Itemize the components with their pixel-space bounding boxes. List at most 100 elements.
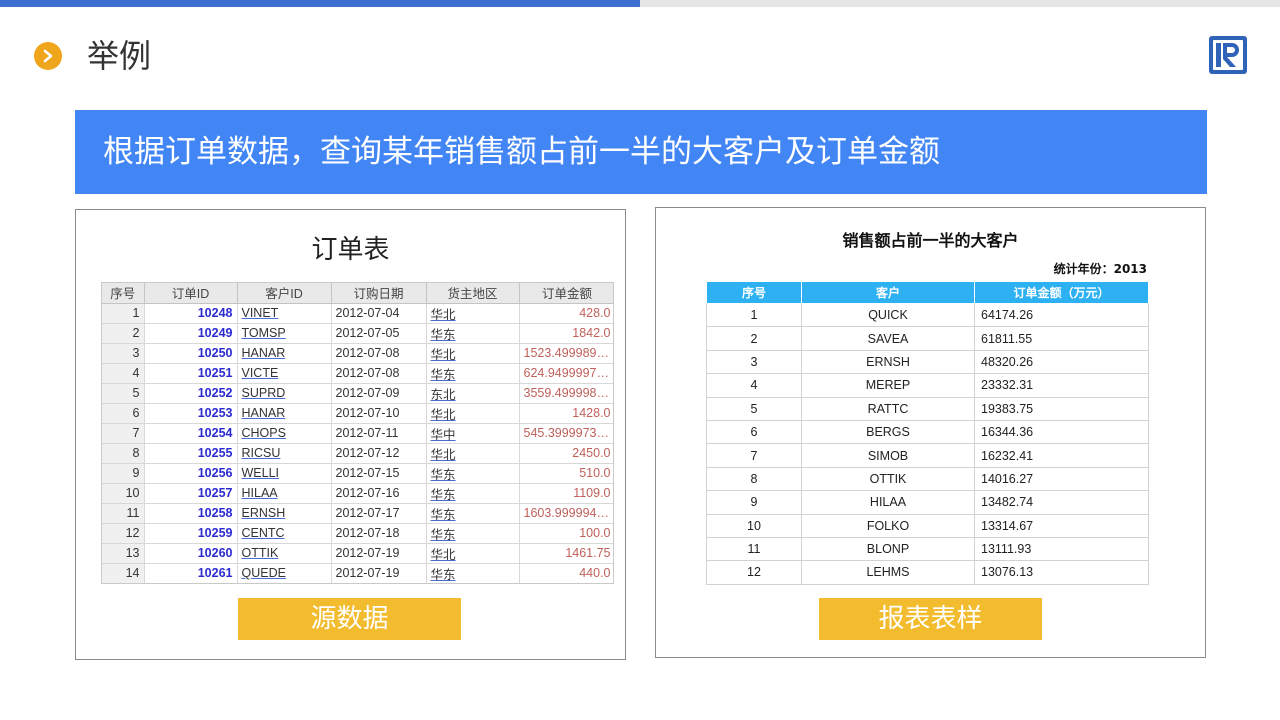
table-cell: 3 (102, 343, 145, 364)
r-logo-icon (1208, 35, 1248, 75)
table-row: 6 BERGS 16344.36 (706, 419, 1149, 445)
table-cell: 6 (706, 419, 802, 445)
table-row: 4 MEREP 23332.31 (706, 373, 1149, 398)
column-header: 客户 (801, 281, 975, 304)
table-cell: 10261 (144, 563, 238, 583)
table-row: 12 LEHMS 13076.13 (706, 560, 1149, 585)
table-row: 11 BLONP 13111.93 (706, 536, 1149, 562)
headline-text: 根据订单数据，查询某年销售额占前一半的大客户及订单金额 (103, 134, 940, 170)
table-cell: 10258 (144, 503, 238, 524)
table-cell: HANAR (237, 403, 332, 424)
source-table-container: 序号 订单ID 客户ID 订购日期 货主地区 订单金额 1 10248 VINET 2… (101, 282, 614, 584)
table-row: 13 10260 OTTIK 2012-07-19 华北 1461.75 (102, 543, 613, 564)
table-cell: HANAR (237, 343, 332, 364)
table-cell: 624.94999976... (519, 363, 613, 384)
table-cell: 48320.26 (974, 349, 1149, 375)
source-data-label: 源数据 (238, 598, 461, 640)
table-cell: 2012-07-08 (331, 343, 427, 364)
table-cell: HILAA (801, 490, 975, 515)
table-row: 3 10250 HANAR 2012-07-08 华北 1523.4999898... (102, 343, 613, 364)
table-cell: SAVEA (801, 326, 975, 351)
table-cell: 3 (706, 349, 802, 375)
table-cell: 2450.0 (519, 443, 613, 464)
table-cell: 华东 (426, 503, 520, 524)
table-cell: RICSU (237, 443, 332, 464)
table-row: 6 10253 HANAR 2012-07-10 华北 1428.0 (102, 403, 613, 424)
source-table-header: 序号 订单ID 客户ID 订购日期 货主地区 订单金额 (102, 283, 613, 304)
table-cell: 8 (102, 443, 145, 464)
table-cell: HILAA (237, 483, 332, 504)
table-cell: 2012-07-08 (331, 363, 427, 384)
table-cell: CHOPS (237, 423, 332, 444)
table-cell: 10252 (144, 383, 238, 404)
table-cell: 13076.13 (974, 560, 1149, 585)
table-cell: 545.39999735... (519, 423, 613, 444)
column-header: 订购日期 (331, 283, 427, 304)
report-table-container: 序号 客户 订单金额（万元） 1 QUICK 64174.26 2 SAVEA 61811… (706, 281, 1149, 585)
table-cell: ERNSH (237, 503, 332, 524)
table-cell: 13111.93 (974, 536, 1149, 562)
table-cell: 16232.41 (974, 443, 1149, 468)
table-row: 12 10259 CENTC 2012-07-18 华东 100.0 (102, 523, 613, 544)
table-cell: 1 (102, 303, 145, 324)
source-data-panel: 订单表 序号 订单ID 客户ID 订购日期 货主地区 订单金额 1 10248 VI… (75, 209, 626, 660)
headline-banner: 根据订单数据，查询某年销售额占前一半的大客户及订单金额 (75, 110, 1207, 194)
table-cell: 6 (102, 403, 145, 424)
table-cell: 1 (706, 302, 802, 328)
table-cell: 华东 (426, 323, 520, 344)
table-row: 9 10256 WELLI 2012-07-15 华东 510.0 (102, 463, 613, 484)
table-cell: 2012-07-16 (331, 483, 427, 504)
table-cell: VINET (237, 303, 332, 324)
table-cell: 2012-07-19 (331, 543, 427, 564)
table-row: 1 QUICK 64174.26 (706, 302, 1149, 328)
table-cell: 华北 (426, 403, 520, 424)
table-cell: 2 (102, 323, 145, 344)
table-cell: 11 (102, 503, 145, 524)
table-cell: 华北 (426, 303, 520, 324)
table-row: 10 10257 HILAA 2012-07-16 华东 1109.0 (102, 483, 613, 504)
table-cell: 9 (102, 463, 145, 484)
table-cell: 华北 (426, 543, 520, 564)
table-cell: 10 (102, 483, 145, 504)
table-cell: 8 (706, 466, 802, 492)
table-cell: 4 (102, 363, 145, 384)
table-cell: 440.0 (519, 563, 613, 583)
table-cell: 12 (706, 560, 802, 585)
table-cell: 61811.55 (974, 326, 1149, 351)
table-cell: 12 (102, 523, 145, 544)
table-cell: 10254 (144, 423, 238, 444)
table-cell: QUICK (801, 302, 975, 328)
table-row: 11 10258 ERNSH 2012-07-17 华东 1603.9999940... (102, 503, 613, 524)
table-cell: 2012-07-17 (331, 503, 427, 524)
column-header: 订单ID (144, 283, 238, 304)
table-cell: 2012-07-04 (331, 303, 427, 324)
column-header: 订单金额（万元） (974, 281, 1149, 304)
table-cell: 2 (706, 326, 802, 351)
table-cell: VICTE (237, 363, 332, 384)
table-cell: 1109.0 (519, 483, 613, 504)
table-row: 10 FOLKO 13314.67 (706, 513, 1149, 538)
table-cell: 64174.26 (974, 302, 1149, 328)
table-cell: 1842.0 (519, 323, 613, 344)
table-cell: 3559.4999980... (519, 383, 613, 404)
chevron-right-icon (34, 42, 62, 70)
report-title: 销售额占前一半的大客户 (842, 231, 1019, 250)
table-cell: 2012-07-18 (331, 523, 427, 544)
table-cell: 16344.36 (974, 419, 1149, 445)
table-cell: 10248 (144, 303, 238, 324)
table-row: 2 10249 TOMSP 2012-07-05 华东 1842.0 (102, 323, 613, 344)
table-cell: LEHMS (801, 560, 975, 585)
table-cell: MEREP (801, 373, 975, 398)
table-cell: 428.0 (519, 303, 613, 324)
table-cell: ERNSH (801, 349, 975, 375)
table-cell: QUEDE (237, 563, 332, 583)
table-cell: 10250 (144, 343, 238, 364)
section-title: 举例 (87, 37, 152, 75)
table-cell: 华东 (426, 563, 520, 583)
column-header: 客户ID (237, 283, 332, 304)
table-cell: CENTC (237, 523, 332, 544)
table-row: 7 SIMOB 16232.41 (706, 443, 1149, 468)
table-cell: 7 (706, 443, 802, 468)
table-cell: 10249 (144, 323, 238, 344)
table-cell: 华中 (426, 423, 520, 444)
